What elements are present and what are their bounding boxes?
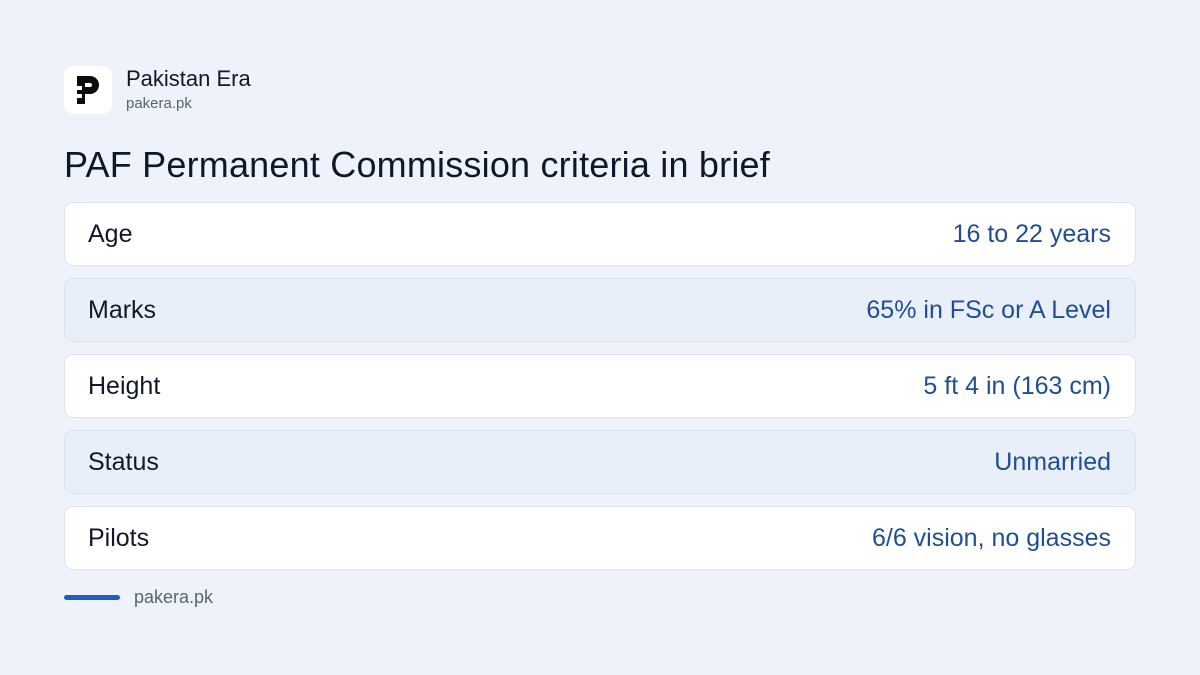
criteria-value: Unmarried — [994, 447, 1111, 476]
brand-text: Pakistan Era pakera.pk — [126, 66, 251, 114]
criteria-value: 65% in FSc or A Level — [866, 295, 1111, 324]
criteria-row-height: Height 5 ft 4 in (163 cm) — [64, 354, 1136, 418]
criteria-row-status: Status Unmarried — [64, 430, 1136, 494]
page: { "brand": { "name": "Pakistan Era", "ur… — [0, 0, 1200, 675]
criteria-row-pilots: Pilots 6/6 vision, no glasses — [64, 506, 1136, 570]
footer-url: pakera.pk — [134, 587, 214, 607]
content: Pakistan Era pakera.pk PAF Permanent Com… — [64, 66, 1136, 582]
brand-header: Pakistan Era pakera.pk — [64, 66, 1136, 114]
criteria-label: Age — [88, 219, 133, 248]
footer-accent-bar — [64, 595, 120, 600]
criteria-label: Status — [88, 447, 159, 476]
criteria-value: 5 ft 4 in (163 cm) — [923, 371, 1111, 400]
criteria-value: 6/6 vision, no glasses — [871, 523, 1111, 552]
criteria-row-marks: Marks 65% in FSc or A Level — [64, 278, 1136, 342]
brand-name: Pakistan Era — [126, 66, 251, 91]
footer: pakera.pk — [64, 587, 213, 608]
criteria-row-age: Age 16 to 22 years — [64, 202, 1136, 266]
brand-url: pakera.pk — [126, 95, 192, 112]
criteria-label: Marks — [88, 295, 157, 324]
page-title: PAF Permanent Commission criteria in bri… — [64, 144, 770, 185]
pakera-logo-icon — [64, 66, 112, 114]
criteria-list: Age 16 to 22 years Marks 65% in FSc or A… — [64, 202, 1136, 570]
criteria-label: Pilots — [88, 523, 150, 552]
criteria-label: Height — [88, 371, 161, 400]
criteria-value: 16 to 22 years — [952, 219, 1111, 248]
